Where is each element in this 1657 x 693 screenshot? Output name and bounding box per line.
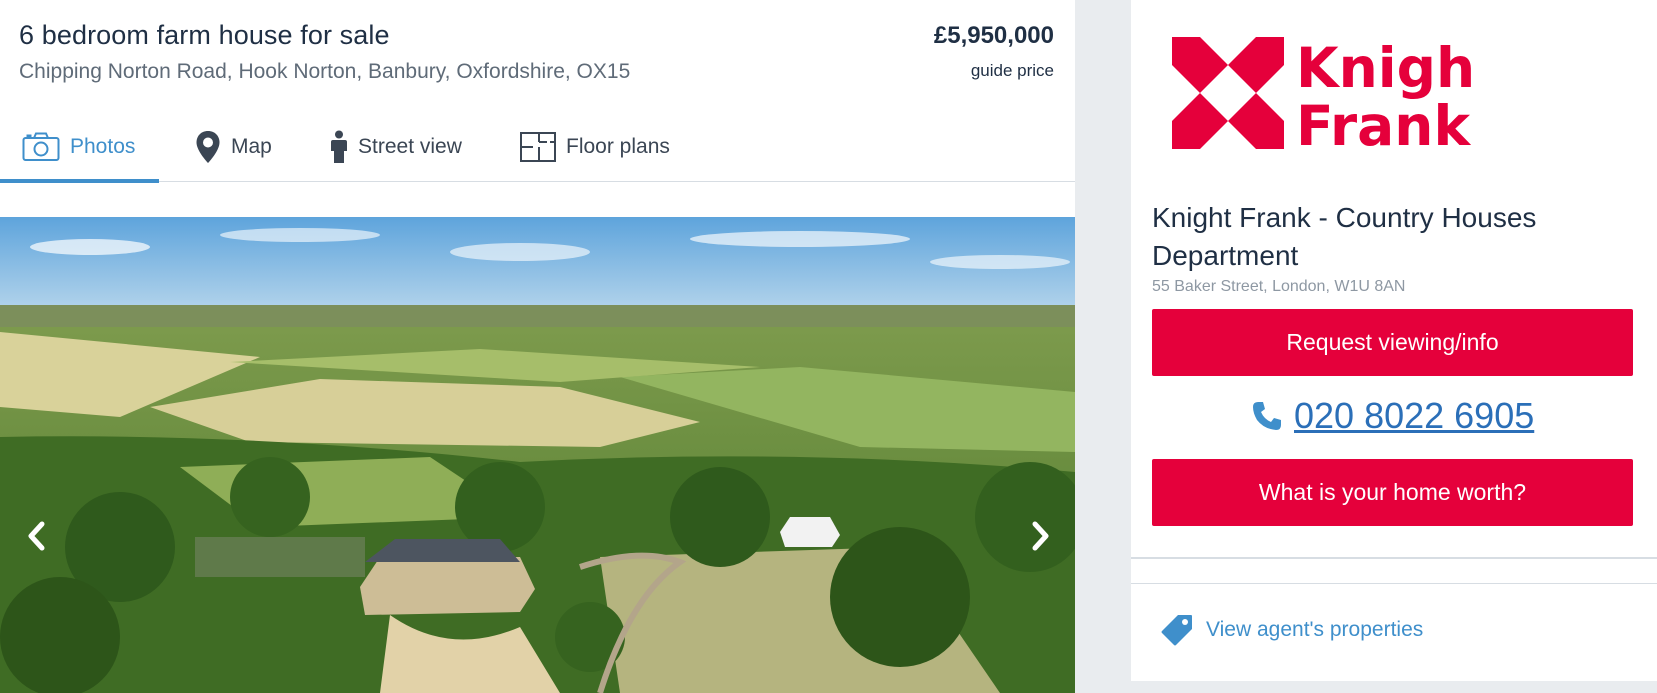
page: 6 bedroom farm house for sale Chipping N… (0, 0, 1657, 693)
tab-map-label: Map (231, 135, 272, 158)
gallery-next-button[interactable] (1025, 518, 1055, 554)
person-icon (330, 130, 348, 164)
tab-map[interactable]: Map (195, 112, 272, 182)
chevron-right-icon (1032, 521, 1049, 551)
media-tabs: Photos Map Street view Floor plans (0, 112, 1075, 183)
listing-price: £5,950,000 (933, 22, 1054, 49)
divider (1131, 557, 1657, 559)
chevron-left-icon (28, 521, 45, 551)
tab-street-view-label: Street view (358, 135, 462, 158)
tab-photos-label: Photos (70, 135, 136, 158)
agent-logo[interactable]: Knight Frank (1172, 36, 1501, 158)
agent-panel: Knight Frank Knight Frank - Country Hous… (1131, 0, 1657, 681)
phone-link[interactable]: 020 8022 6905 (1250, 395, 1534, 437)
listing-address: Chipping Norton Road, Hook Norton, Banbu… (19, 60, 631, 83)
listing-title: 6 bedroom farm house for sale (19, 20, 390, 50)
tab-floor-plans[interactable]: Floor plans (520, 112, 670, 182)
request-viewing-button[interactable]: Request viewing/info (1152, 309, 1633, 376)
floor-plan-icon (520, 132, 556, 162)
phone-icon (1253, 402, 1281, 430)
tab-street-view[interactable]: Street view (330, 112, 462, 182)
divider (1131, 583, 1657, 584)
agent-name[interactable]: Knight Frank - Country Houses Department (1152, 199, 1632, 275)
gallery-photo[interactable] (0, 217, 1075, 693)
agent-address: 55 Baker Street, London, W1U 8AN (1152, 278, 1406, 295)
gallery-prev-button[interactable] (22, 518, 52, 554)
tab-floor-plans-label: Floor plans (566, 135, 670, 158)
map-pin-icon (195, 130, 221, 164)
logo-text-knight: Knight (1296, 37, 1472, 100)
tab-photos[interactable]: Photos (0, 112, 160, 183)
logo-text-frank: Frank (1296, 94, 1471, 151)
phone-number[interactable]: 020 8022 6905 (1294, 395, 1534, 437)
tag-icon (1161, 615, 1192, 646)
home-worth-button[interactable]: What is your home worth? (1152, 459, 1633, 526)
view-agent-properties-link[interactable]: View agent's properties (1160, 613, 1423, 647)
price-qualifier: guide price (970, 61, 1054, 80)
listing-panel: 6 bedroom farm house for sale Chipping N… (0, 0, 1075, 693)
view-agent-properties-label[interactable]: View agent's properties (1206, 618, 1423, 642)
camera-icon (22, 132, 60, 162)
